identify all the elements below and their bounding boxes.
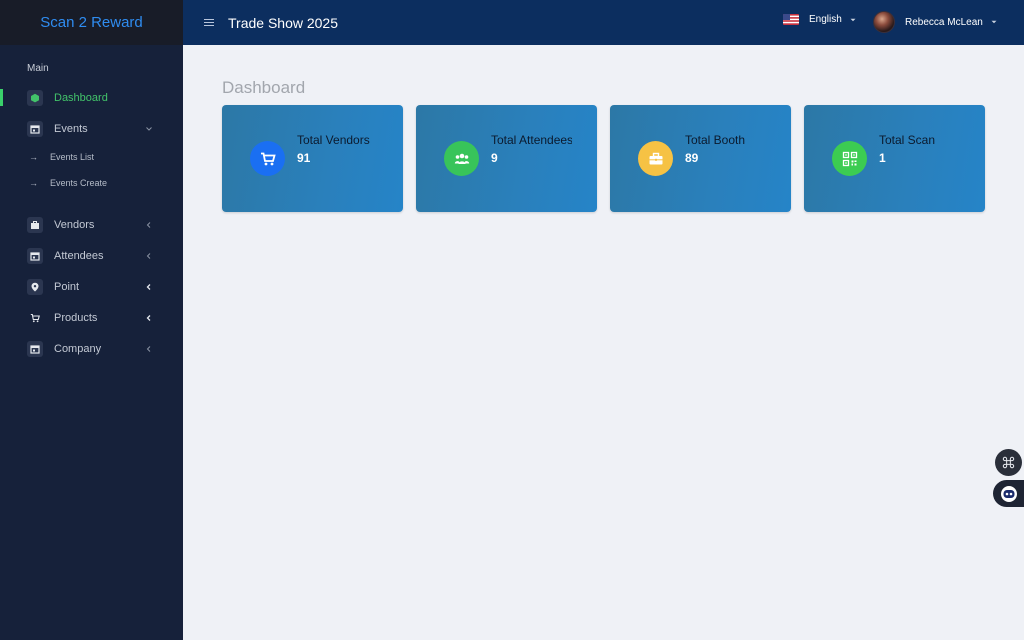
stat-card-scan[interactable]: Total Scan 1 <box>804 105 985 212</box>
stat-card-value: 1 <box>879 151 886 165</box>
cart-icon <box>260 152 276 165</box>
sidebar-subitem-events-create[interactable]: → Events Create <box>0 170 183 196</box>
briefcase-icon <box>27 216 43 233</box>
card-icon-circle <box>444 141 479 176</box>
sidebar-item-label: Point <box>54 280 80 293</box>
brand-name[interactable]: Scan 2 Reward <box>40 14 143 31</box>
sidebar-item-vendors[interactable]: Vendors <box>0 209 183 240</box>
page-title: Dashboard <box>222 78 306 97</box>
sidebar-nav: Dashboard Events → Events List → Events … <box>0 82 183 364</box>
sidebar-item-company[interactable]: Company <box>0 333 183 364</box>
event-title: Trade Show 2025 <box>228 14 338 31</box>
sidebar-item-label: Company <box>54 342 102 355</box>
sidebar-item-label: Dashboard <box>54 91 108 104</box>
sidebar-item-products[interactable]: Products <box>0 302 183 333</box>
users-icon <box>454 153 469 164</box>
sidebar-item-label: Vendors <box>54 218 95 231</box>
stat-card-value: 89 <box>685 151 699 165</box>
qr-code-icon <box>842 151 857 166</box>
calendar-icon <box>27 247 43 264</box>
stat-card-label: Total Vendors <box>297 133 370 147</box>
sidebar-item-dashboard[interactable]: Dashboard <box>0 82 183 113</box>
arrow-right-icon: → <box>29 178 38 188</box>
cube-icon <box>27 89 43 106</box>
sidebar-subitem-events-list[interactable]: → Events List <box>0 144 183 170</box>
language-label: English <box>809 14 842 25</box>
chevron-left-icon <box>146 283 151 290</box>
card-icon-circle <box>832 141 867 176</box>
sidebar-subitem-label: Events List <box>50 152 95 162</box>
command-widget-button[interactable] <box>995 449 1022 476</box>
chevron-left-icon <box>146 252 151 259</box>
card-icon-circle <box>250 141 285 176</box>
chevron-left-icon <box>146 345 151 352</box>
brand-logo[interactable]: Scan 2 Reward <box>0 0 183 45</box>
briefcase-icon <box>649 152 662 164</box>
chevron-down-icon <box>146 126 152 131</box>
calendar-icon <box>27 120 43 137</box>
chevron-left-icon <box>146 221 151 228</box>
stat-card-vendors[interactable]: Total Vendors 91 <box>222 105 403 212</box>
caret-down-icon <box>991 20 997 24</box>
card-icon-circle <box>638 141 673 176</box>
arrow-right-icon: → <box>29 152 38 162</box>
map-pin-icon <box>27 278 43 295</box>
stat-card-value: 91 <box>297 151 311 165</box>
topbar: Trade Show 2025 English Rebecca McLean <box>183 0 1024 45</box>
us-flag-icon <box>783 14 799 25</box>
calendar-icon <box>27 340 43 357</box>
sidebar-item-label: Products <box>54 311 98 324</box>
stat-card-label: Total Booth <box>685 133 746 147</box>
language-selector[interactable]: English <box>783 14 856 25</box>
assistant-icon <box>1000 485 1017 502</box>
stat-card-booth[interactable]: Total Booth 89 <box>610 105 791 212</box>
user-name: Rebecca McLean <box>905 16 983 28</box>
stat-card-value: 9 <box>491 151 498 165</box>
chevron-left-icon <box>146 314 151 321</box>
sidebar-item-label: Attendees <box>54 249 104 262</box>
avatar <box>873 11 895 33</box>
sidebar-item-point[interactable]: Point <box>0 271 183 302</box>
stat-card-label: Total Scan <box>879 133 936 147</box>
sidebar-item-label: Events <box>54 122 88 135</box>
stat-card-attendees[interactable]: Total Attendees 9 <box>416 105 597 212</box>
sidebar: Scan 2 Reward Main Dashboard Events → Ev… <box>0 0 183 640</box>
sidebar-section-label: Main <box>27 63 49 74</box>
sidebar-item-attendees[interactable]: Attendees <box>0 240 183 271</box>
user-menu[interactable]: Rebecca McLean <box>873 11 997 33</box>
sidebar-subitem-label: Events Create <box>50 178 108 188</box>
sidebar-item-events[interactable]: Events <box>0 113 183 144</box>
caret-down-icon <box>850 18 856 21</box>
command-icon <box>1002 456 1015 469</box>
menu-toggle-icon[interactable] <box>204 19 214 26</box>
assistant-widget-button[interactable] <box>993 480 1024 507</box>
stat-card-label: Total Attendees <box>491 133 572 147</box>
cart-icon <box>27 310 43 326</box>
